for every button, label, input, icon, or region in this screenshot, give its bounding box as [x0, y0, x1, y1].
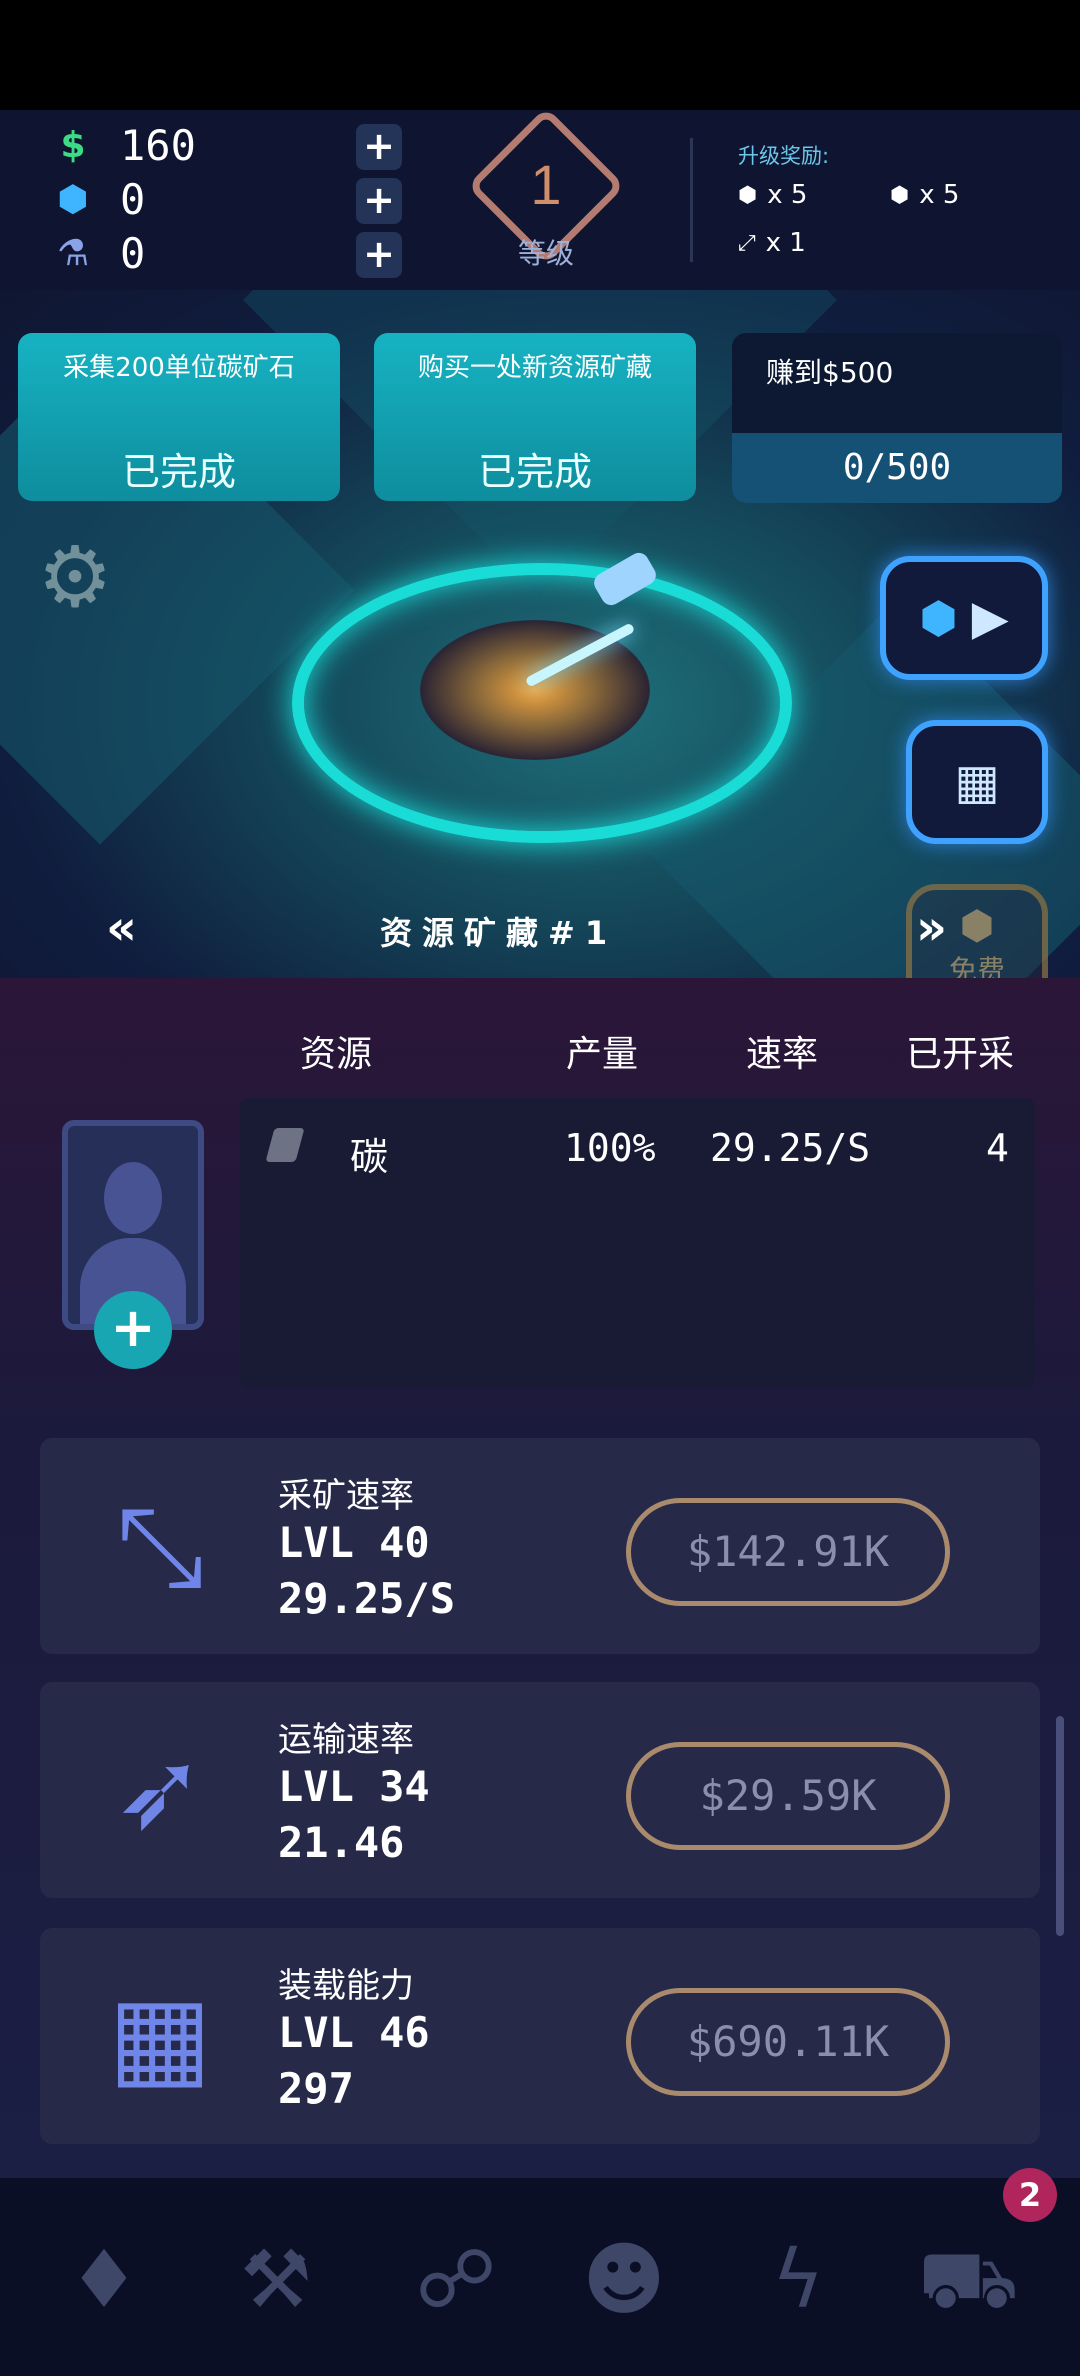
table-cell-rate: 29.25/S — [710, 1126, 871, 1170]
calendar-button[interactable]: ▦ — [906, 720, 1048, 844]
quest-title: 采集200单位碳矿石 — [63, 353, 295, 383]
reward-title: 升级奖励: — [738, 144, 830, 168]
rocket-icon: ➶ — [113, 1726, 207, 1854]
flask-icon: ⚗ — [56, 232, 90, 274]
crystal-icon: ⬢ — [57, 178, 89, 220]
upgrade-price-button[interactable]: $29.59K — [626, 1742, 950, 1850]
prev-deposit-button[interactable]: « — [106, 900, 137, 956]
gear-icon[interactable]: ⚙ — [34, 535, 116, 619]
reward-item: ⬢ x 5 — [890, 180, 960, 210]
upgrade-level: LVL 46 — [278, 2008, 430, 2057]
crystal-icon: ⬢ — [919, 592, 958, 644]
col-header-mined: 已开采 — [906, 1034, 1015, 1075]
crystal-value: 0 — [120, 174, 146, 224]
quest-status: 已完成 — [477, 450, 592, 494]
level-label: 等级 — [517, 237, 574, 270]
col-header-yield: 产量 — [566, 1034, 639, 1075]
gem-icon[interactable]: ♦ — [54, 2230, 154, 2330]
add-crystal-button[interactable]: + — [356, 178, 402, 224]
lightning-icon[interactable]: ϟ — [748, 2230, 848, 2330]
upgrade-title: 运输速率 — [278, 1720, 414, 1760]
watch-ad-button[interactable]: ⬢ ▶ — [880, 556, 1048, 680]
mining-laser-icon: ⤡ — [116, 1482, 204, 1610]
dollar-icon: $ — [60, 124, 86, 166]
add-money-button[interactable]: + — [356, 124, 402, 170]
upgrade-value: 21.46 — [278, 1818, 405, 1867]
hammer-icon[interactable]: ⚒ — [226, 2230, 326, 2330]
add-flask-button[interactable]: + — [356, 232, 402, 278]
status-bar — [0, 0, 1080, 110]
money-value: 160 — [120, 120, 196, 170]
upgrade-level: LVL 40 — [278, 1518, 430, 1567]
deposit-name: 资源矿藏#1 — [380, 914, 618, 952]
crystal-icon: ⬢ — [959, 903, 995, 949]
upgrade-value: 297 — [278, 2064, 354, 2113]
scrollbar[interactable] — [1056, 1716, 1064, 1936]
col-header-resource: 资源 — [300, 1034, 373, 1075]
crystal-icon: ⬢ — [890, 182, 910, 208]
next-deposit-button[interactable]: » — [916, 900, 947, 956]
quest-card-1[interactable]: 采集200单位碳矿石 已完成 — [18, 333, 340, 501]
upgrade-title: 装载能力 — [278, 1966, 414, 2006]
col-header-rate: 速率 — [746, 1034, 819, 1075]
upgrade-price-button[interactable]: $142.91K — [626, 1498, 950, 1606]
upgrade-title: 采矿速率 — [278, 1476, 414, 1516]
quest-title: 购买一处新资源矿藏 — [417, 353, 652, 383]
quest-status: 已完成 — [121, 450, 236, 494]
currency-flask: ⚗ 0 — [56, 228, 145, 278]
add-manager-button[interactable]: + — [94, 1291, 172, 1369]
table-cell-resource: 碳 — [350, 1135, 389, 1179]
avatar-head — [104, 1162, 162, 1234]
cart-badge: 2 — [1003, 2168, 1057, 2222]
upgrade-value: 29.25/S — [278, 1574, 456, 1623]
upgrade-card-capacity: ▦ 装载能力 LVL 46 297 $690.11K — [40, 1928, 1040, 2144]
calendar-icon: ▦ — [954, 754, 1000, 810]
drill-icon: ⤢ — [738, 230, 756, 256]
flask-value: 0 — [120, 228, 146, 278]
quest-card-3[interactable]: 赚到$500 0/500 — [732, 333, 1062, 503]
upgrade-price-button[interactable]: $690.11K — [626, 1988, 950, 2096]
currency-crystal: ⬢ 0 — [56, 174, 145, 224]
quest-card-2[interactable]: 购买一处新资源矿藏 已完成 — [374, 333, 696, 501]
cubes-icon: ▦ — [108, 1972, 212, 2100]
table-cell-mined: 4 — [986, 1126, 1009, 1170]
upgrade-card-mining-rate: ⤡ 采矿速率 LVL 40 29.25/S $142.91K — [40, 1438, 1040, 1654]
play-icon: ▶ — [971, 590, 1009, 646]
reward-item: ⤢ x 1 — [738, 228, 806, 258]
upgrade-card-transport-rate: ➶ 运输速率 LVL 34 21.46 $29.59K — [40, 1682, 1040, 1898]
table-cell-yield: 100% — [564, 1126, 656, 1170]
crystal-icon: ⬢ — [738, 182, 758, 208]
divider — [690, 138, 693, 262]
quest-progress: 0/500 — [732, 433, 1062, 503]
cart-icon[interactable]: ⛟ — [918, 2230, 1019, 2330]
level-number: 1 — [530, 153, 562, 216]
currency-money: $ 160 — [56, 120, 196, 170]
upgrade-level: LVL 34 — [278, 1762, 430, 1811]
network-icon[interactable]: ☍ — [406, 2230, 506, 2330]
person-icon[interactable]: ☻ — [574, 2230, 674, 2330]
quest-title: 赚到$500 — [766, 356, 894, 389]
reward-item: ⬢ x 5 — [738, 180, 808, 210]
